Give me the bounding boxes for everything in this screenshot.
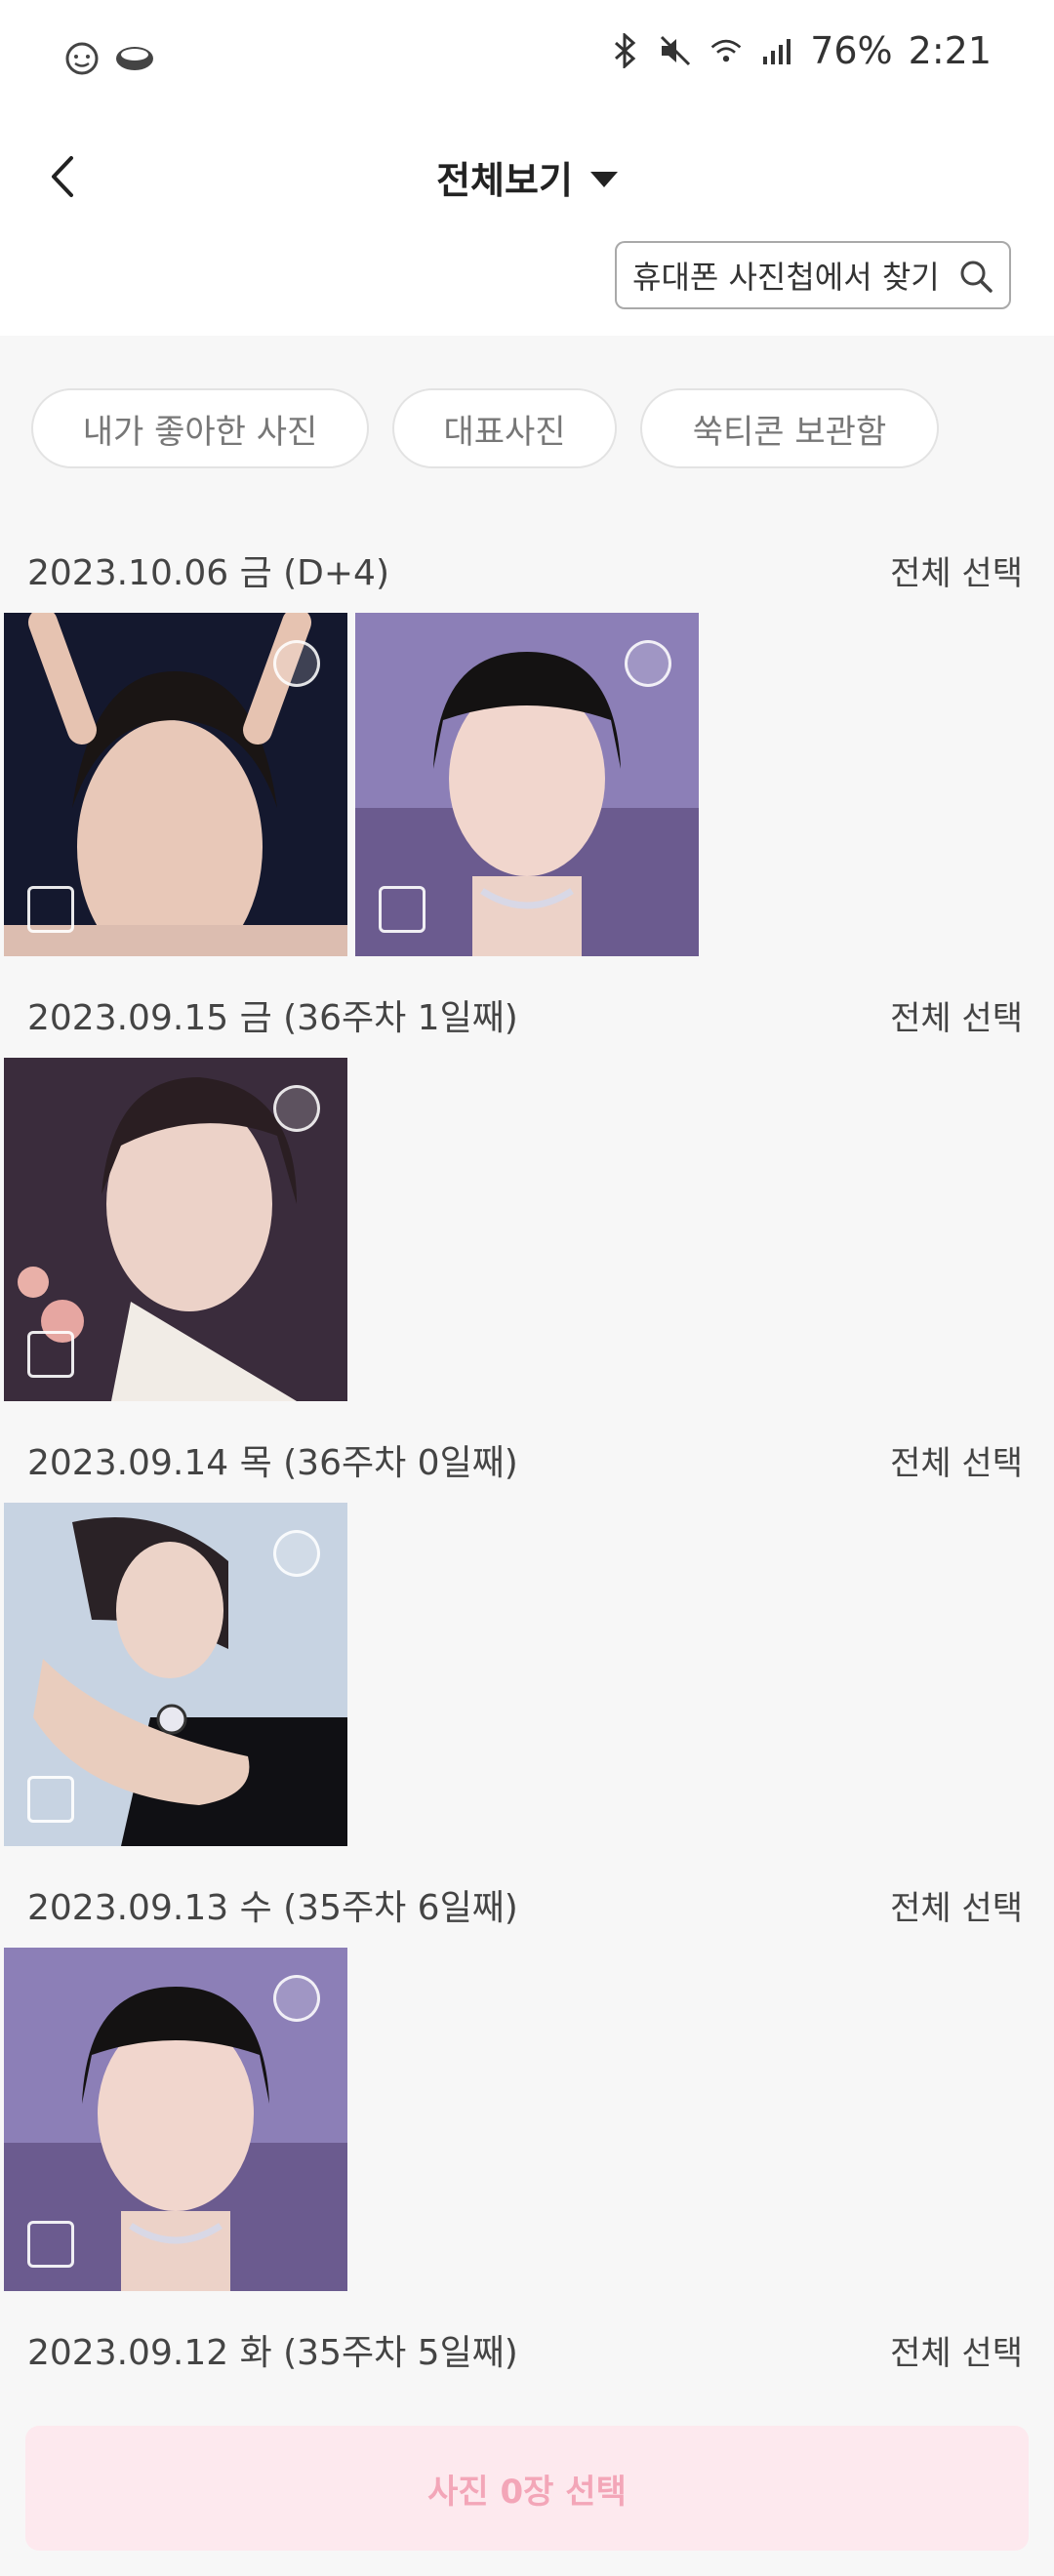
caret-down-icon — [589, 171, 618, 187]
photo-thumbnail[interactable] — [355, 613, 699, 956]
date-label: 2023.09.15 금 (36주차 1일째) — [27, 998, 518, 1038]
expand-icon[interactable] — [27, 886, 74, 933]
date-label: 2023.09.14 목 (36주차 0일째) — [27, 1443, 518, 1483]
view-selector[interactable]: 전체보기 — [0, 150, 1054, 204]
filter-chip-representative[interactable]: 대표사진 — [392, 388, 617, 468]
date-header: 2023.10.06 금 (D+4) 전체 선택 — [0, 531, 1054, 609]
photo-grid — [0, 613, 1054, 956]
photo-thumbnail[interactable] — [4, 1058, 347, 1401]
battery-text: 76% — [810, 29, 893, 72]
photo-thumbnail[interactable] — [4, 1503, 347, 1846]
select-all-button[interactable]: 전체 선택 — [890, 1881, 1023, 1929]
status-left-icons — [62, 37, 156, 76]
photo-grid — [0, 1503, 1054, 1846]
status-bar: 76% 2:21 — [0, 0, 1054, 115]
date-section: 2023.10.06 금 (D+4) 전체 선택 — [0, 531, 1054, 956]
photo-thumbnail[interactable] — [4, 1948, 347, 2291]
filter-chip-emoticon-storage[interactable]: 쑥티콘 보관함 — [640, 388, 939, 468]
expand-icon[interactable] — [379, 886, 426, 933]
select-all-button[interactable]: 전체 선택 — [890, 1436, 1023, 1484]
select-checkbox[interactable] — [273, 1085, 320, 1132]
bluetooth-icon — [607, 33, 642, 68]
date-section: 2023.09.13 수 (35주차 6일째) 전체 선택 — [0, 1866, 1054, 2291]
select-all-button[interactable]: 전체 선택 — [890, 546, 1023, 594]
expand-icon[interactable] — [27, 1331, 74, 1378]
date-section: 2023.09.15 금 (36주차 1일째) 전체 선택 — [0, 976, 1054, 1401]
select-checkbox[interactable] — [273, 1975, 320, 2022]
date-label: 2023.10.06 금 (D+4) — [27, 553, 390, 593]
photo-thumbnail[interactable] — [4, 613, 347, 956]
signal-icon — [759, 33, 794, 68]
search-icon — [960, 261, 993, 293]
photo-grid — [0, 1948, 1054, 2291]
date-header: 2023.09.14 목 (36주차 0일째) 전체 선택 — [0, 1421, 1054, 1499]
search-button-label: 휴대폰 사진첩에서 찾기 — [632, 259, 940, 296]
page-title: 전체보기 — [436, 159, 573, 202]
expand-icon[interactable] — [27, 2221, 74, 2268]
select-checkbox[interactable] — [273, 640, 320, 687]
date-header: 2023.09.13 수 (35주차 6일째) 전체 선택 — [0, 1866, 1054, 1944]
date-label: 2023.09.13 수 (35주차 6일째) — [27, 1888, 518, 1928]
wifi-icon — [709, 33, 744, 68]
clock-text: 2:21 — [908, 29, 992, 72]
select-all-button[interactable]: 전체 선택 — [890, 2326, 1023, 2374]
mute-icon — [658, 33, 693, 68]
notification-cloud-icon — [116, 47, 153, 70]
date-header: 2023.09.15 금 (36주차 1일째) 전체 선택 — [0, 976, 1054, 1054]
expand-icon[interactable] — [27, 1776, 74, 1823]
photo-grid — [0, 1058, 1054, 1401]
date-section: 2023.09.14 목 (36주차 0일째) 전체 선택 — [0, 1421, 1054, 1846]
date-header: 2023.09.12 화 (35주차 5일째) 전체 선택 — [0, 2311, 1054, 2389]
phone-gallery-search-button[interactable]: 휴대폰 사진첩에서 찾기 — [615, 241, 1011, 309]
app-header: 전체보기 — [0, 115, 1054, 232]
select-photos-label: 사진 0장 선택 — [427, 2472, 627, 2512]
date-section: 2023.09.12 화 (35주차 5일째) 전체 선택 — [0, 2311, 1054, 2389]
select-photos-button[interactable]: 사진 0장 선택 — [25, 2426, 1029, 2551]
select-checkbox[interactable] — [625, 640, 671, 687]
select-all-button[interactable]: 전체 선택 — [890, 991, 1023, 1039]
notification-face-icon — [65, 42, 99, 75]
select-checkbox[interactable] — [273, 1530, 320, 1577]
filter-chips: 내가 좋아한 사진 대표사진 쑥티콘 보관함 — [31, 388, 939, 468]
status-right: 76% 2:21 — [607, 29, 992, 72]
date-label: 2023.09.12 화 (35주차 5일째) — [27, 2333, 518, 2373]
filter-chip-liked[interactable]: 내가 좋아한 사진 — [31, 388, 369, 468]
